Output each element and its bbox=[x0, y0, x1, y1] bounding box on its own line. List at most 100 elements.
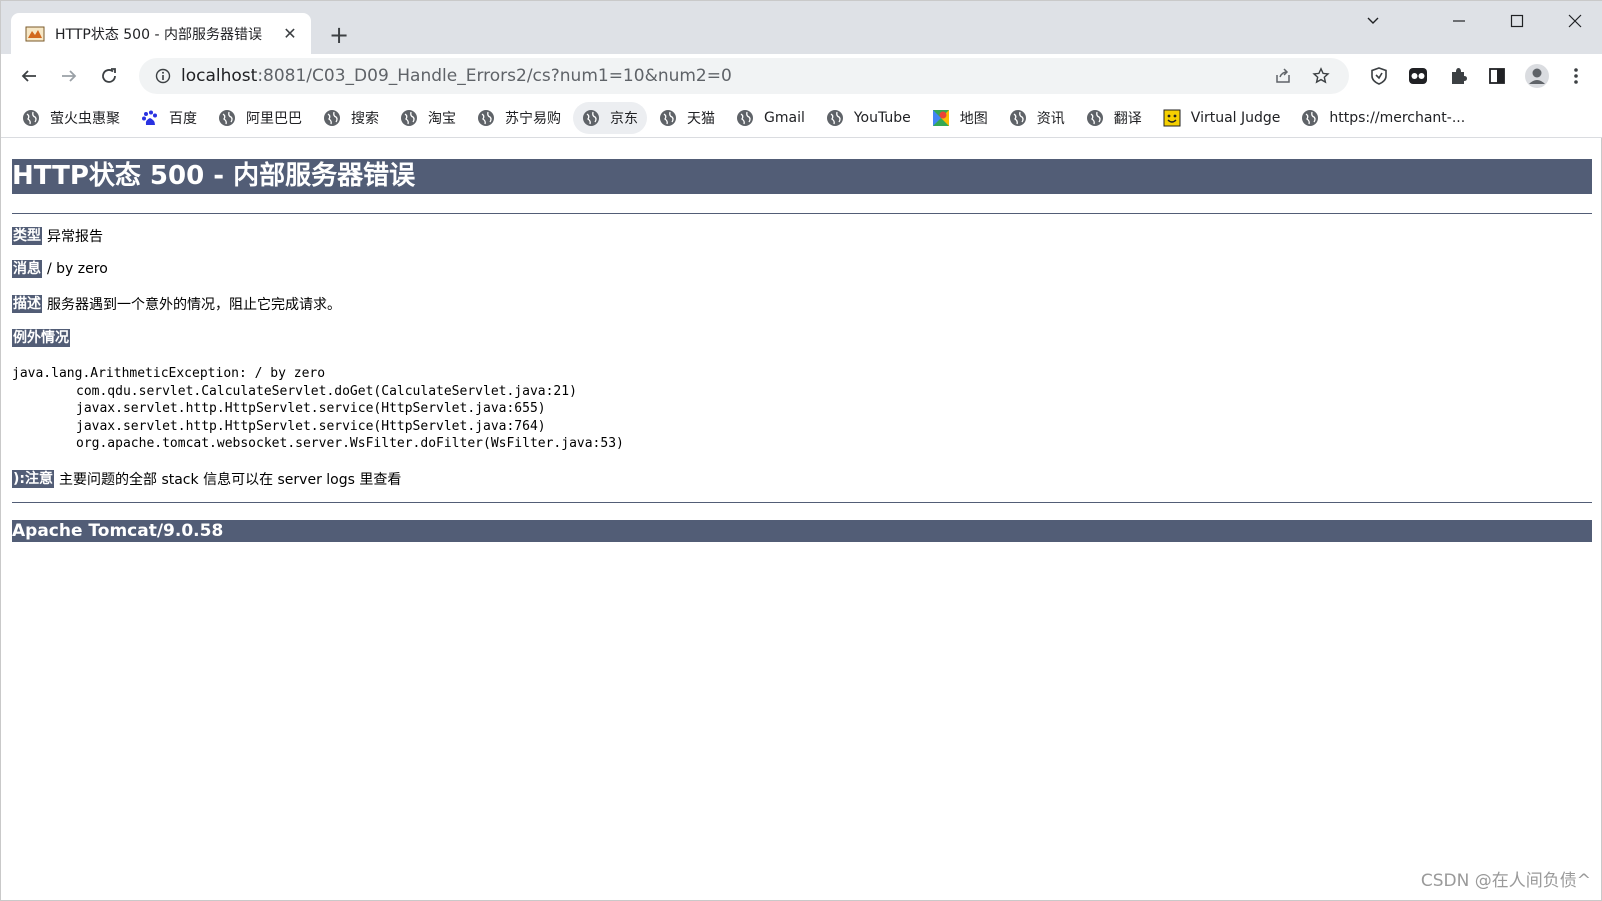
tab-strip: HTTP状态 500 - 内部服务器错误 ✕ + bbox=[1, 1, 1602, 54]
bookmark-label: 淘宝 bbox=[428, 110, 456, 127]
globe-icon bbox=[323, 109, 341, 127]
globe-icon bbox=[218, 109, 236, 127]
new-tab-button[interactable]: + bbox=[323, 19, 355, 51]
dual-square-extension-icon[interactable] bbox=[1402, 60, 1434, 92]
bookmark-star-icon[interactable] bbox=[1307, 62, 1335, 90]
bookmark-label: https://merchant-... bbox=[1329, 109, 1466, 126]
globe-icon bbox=[477, 109, 495, 127]
globe-icon bbox=[1009, 109, 1027, 127]
divider bbox=[12, 213, 1592, 214]
url-host: localhost bbox=[181, 66, 258, 86]
message-value: / by zero bbox=[47, 261, 108, 277]
message-row: 消息 / by zero bbox=[12, 260, 108, 278]
bookmark-item[interactable]: 搜索 bbox=[314, 102, 388, 134]
page-content: HTTP状态 500 - 内部服务器错误 类型 异常报告 消息 / by zer… bbox=[1, 139, 1601, 899]
bookmark-item[interactable]: 百度 bbox=[132, 102, 206, 134]
globe-icon bbox=[1086, 109, 1104, 127]
bookmark-item[interactable]: 阿里巴巴 bbox=[209, 102, 311, 134]
maximize-icon[interactable] bbox=[1495, 1, 1539, 41]
bookmark-item[interactable]: 地图 bbox=[923, 102, 997, 134]
bookmark-item[interactable]: 苏宁易购 bbox=[468, 102, 570, 134]
stack-trace-line: com.qdu.servlet.CalculateServlet.doGet(C… bbox=[76, 383, 577, 399]
description-row: 描述 服务器遇到一个意外的情况，阻止它完成请求。 bbox=[12, 294, 341, 314]
forward-arrow-icon[interactable] bbox=[53, 60, 85, 92]
tab-active[interactable]: HTTP状态 500 - 内部服务器错误 ✕ bbox=[11, 13, 311, 54]
shield-extension-icon[interactable] bbox=[1363, 60, 1395, 92]
stack-trace-line: javax.servlet.http.HttpServlet.service(H… bbox=[76, 401, 546, 416]
divider bbox=[12, 502, 1592, 503]
bookmark-item[interactable]: 淘宝 bbox=[391, 102, 465, 134]
maps-icon bbox=[932, 109, 950, 127]
tab-title: HTTP状态 500 - 内部服务器错误 bbox=[55, 26, 262, 43]
bookmark-item[interactable]: 京东 bbox=[573, 101, 647, 134]
description-label: 描述 bbox=[12, 295, 42, 313]
stack-trace-line: org.apache.tomcat.websocket.server.WsFil… bbox=[76, 436, 624, 451]
bookmark-label: 苏宁易购 bbox=[505, 110, 561, 127]
message-label: 消息 bbox=[12, 260, 42, 278]
profile-avatar-icon[interactable] bbox=[1521, 60, 1553, 92]
reload-icon[interactable] bbox=[93, 60, 125, 92]
puzzle-extensions-icon[interactable] bbox=[1442, 60, 1474, 92]
type-row: 类型 异常报告 bbox=[12, 226, 103, 246]
bookmark-label: YouTube bbox=[853, 109, 911, 126]
note-row: ):注意 主要问题的全部 stack 信息可以在 server logs 里查看 bbox=[12, 469, 401, 489]
bookmarks-bar: 萤火虫惠聚 百度 阿里巴巴 搜索 淘宝 苏宁易购 京东 天猫 Gmail You… bbox=[1, 98, 1602, 138]
bookmark-label: 百度 bbox=[169, 110, 197, 127]
bookmark-item[interactable]: 翻译 bbox=[1077, 102, 1151, 134]
bookmark-label: 京东 bbox=[610, 110, 638, 127]
stack-trace-line: javax.servlet.http.HttpServlet.service(H… bbox=[76, 418, 546, 434]
bookmark-label: Gmail bbox=[764, 109, 805, 126]
bookmark-item[interactable]: YouTube bbox=[817, 102, 920, 134]
globe-icon bbox=[582, 109, 600, 127]
baidu-icon bbox=[141, 109, 159, 127]
bookmark-label: 天猫 bbox=[687, 110, 715, 127]
stack-trace-line: java.lang.ArithmeticException: / by zero bbox=[12, 366, 326, 381]
toolbar: localhost:8081/C03_D09_Handle_Errors2/cs… bbox=[1, 54, 1602, 98]
type-value: 异常报告 bbox=[47, 229, 103, 245]
watermark: CSDN @在人间负债^ bbox=[1420, 871, 1591, 891]
bookmark-item[interactable]: 资讯 bbox=[1000, 102, 1074, 134]
globe-icon bbox=[826, 109, 844, 127]
bookmark-item[interactable]: Gmail bbox=[727, 102, 814, 134]
site-info-icon[interactable] bbox=[145, 58, 181, 94]
bookmark-item[interactable]: Virtual Judge bbox=[1154, 102, 1290, 134]
exception-row: 例外情况 bbox=[12, 329, 75, 347]
share-icon[interactable] bbox=[1269, 62, 1297, 90]
kebab-menu-icon[interactable] bbox=[1560, 60, 1592, 92]
bookmark-label: 搜索 bbox=[351, 110, 379, 127]
note-value: 主要问题的全部 stack 信息可以在 server logs 里查看 bbox=[59, 472, 402, 488]
side-panel-icon[interactable] bbox=[1481, 60, 1513, 92]
note-label: ):注意 bbox=[12, 470, 54, 488]
globe-icon bbox=[1301, 109, 1319, 127]
back-arrow-icon[interactable] bbox=[13, 60, 45, 92]
globe-icon bbox=[400, 109, 418, 127]
bookmark-label: 地图 bbox=[959, 110, 988, 127]
bookmark-label: 资讯 bbox=[1036, 110, 1065, 127]
bookmark-label: 阿里巴巴 bbox=[246, 110, 302, 127]
globe-icon bbox=[659, 109, 677, 127]
minimize-icon[interactable] bbox=[1437, 1, 1481, 41]
url-path: :8081/C03_D09_Handle_Errors2/cs?num1=10&… bbox=[257, 66, 732, 86]
browser-window: HTTP状态 500 - 内部服务器错误 ✕ + localhost:8081/… bbox=[0, 0, 1602, 901]
bookmark-label: 萤火虫惠聚 bbox=[50, 110, 120, 127]
page-title: HTTP状态 500 - 内部服务器错误 bbox=[12, 159, 1592, 194]
description-value: 服务器遇到一个意外的情况，阻止它完成请求。 bbox=[47, 297, 341, 313]
globe-icon bbox=[22, 109, 40, 127]
server-footer: Apache Tomcat/9.0.58 bbox=[12, 520, 1592, 542]
globe-icon bbox=[736, 109, 754, 127]
tomcat-favicon-icon bbox=[25, 24, 45, 44]
bookmark-label: 翻译 bbox=[1113, 110, 1142, 127]
close-window-icon[interactable] bbox=[1553, 1, 1597, 41]
url-text[interactable]: localhost:8081/C03_D09_Handle_Errors2/cs… bbox=[181, 66, 732, 86]
exception-label: 例外情况 bbox=[12, 329, 70, 347]
bookmark-label: Virtual Judge bbox=[1190, 109, 1281, 126]
tab-search-chevron-icon[interactable] bbox=[1351, 1, 1395, 41]
type-label: 类型 bbox=[12, 227, 42, 245]
stack-trace: java.lang.ArithmeticException: / by zero… bbox=[12, 365, 624, 453]
bookmark-item[interactable]: 萤火虫惠聚 bbox=[13, 102, 129, 134]
bookmark-item[interactable]: 天猫 bbox=[650, 102, 724, 134]
vjudge-icon bbox=[1163, 109, 1181, 127]
address-bar[interactable]: localhost:8081/C03_D09_Handle_Errors2/cs… bbox=[139, 58, 1349, 94]
tab-close-icon[interactable]: ✕ bbox=[279, 23, 301, 45]
bookmark-item[interactable]: https://merchant-... bbox=[1292, 102, 1474, 134]
